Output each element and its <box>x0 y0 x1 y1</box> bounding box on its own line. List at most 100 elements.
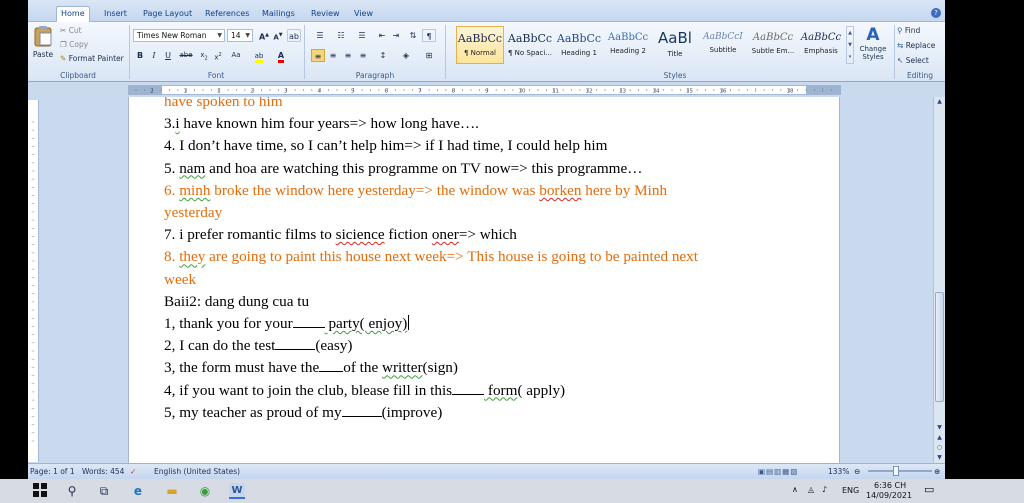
chevron-up-icon[interactable]: ∧ <box>792 485 798 494</box>
word-count[interactable]: Words: 454 <box>82 467 124 476</box>
horizontal-ruler[interactable]: 2 1 1 2 3 4 5 6 7 8 9 10 11 12 13 14 15 16 18 <box>28 83 945 97</box>
styles-scroll[interactable]: ▲ ▼ ▾ <box>846 26 854 64</box>
style-name: Subtle Em... <box>751 47 795 55</box>
tab-review[interactable]: Review <box>307 7 344 22</box>
file-explorer-icon[interactable]: ▬ <box>164 483 180 499</box>
scroll-down-icon[interactable]: ▼ <box>935 423 944 432</box>
proofing-icon[interactable]: ✓ <box>130 467 136 476</box>
zoom-in-icon[interactable]: ⊕ <box>934 467 940 476</box>
line-spacing-icon[interactable]: ↕ <box>374 49 392 62</box>
cut-button[interactable]: ✂ Cut <box>60 26 82 35</box>
zoom-slider-knob[interactable] <box>893 466 899 476</box>
grow-font-icon[interactable]: A▲ <box>257 29 271 42</box>
find-button[interactable]: ⚲ Find <box>897 26 920 35</box>
align-left-icon[interactable]: ≡ <box>311 49 325 62</box>
numbering-icon[interactable]: ☷ <box>332 29 350 42</box>
font-color-icon[interactable]: A <box>272 49 290 63</box>
pilcrow-icon[interactable]: ¶ <box>422 29 436 42</box>
font-name-combo[interactable]: Times New Roman ▼ <box>133 29 225 42</box>
highlight-icon[interactable]: ab <box>250 49 268 63</box>
language-indicator[interactable]: ENG <box>842 486 859 495</box>
tab-view[interactable]: View <box>350 7 377 22</box>
style-heading-2[interactable]: AaBbCc Heading 2 <box>604 26 652 64</box>
sort-icon[interactable]: ⇅ <box>406 29 420 42</box>
word-taskbar-icon[interactable]: W <box>229 483 245 499</box>
tab-references[interactable]: References <box>201 7 253 22</box>
subscript-icon[interactable]: x2 <box>197 49 211 62</box>
justify-icon[interactable]: ≡ <box>356 49 370 62</box>
page-count[interactable]: Page: 1 of 1 <box>30 467 75 476</box>
shading-icon[interactable]: ◈ <box>397 49 415 62</box>
previous-page-icon[interactable]: ▲ <box>935 433 944 442</box>
vertical-ruler[interactable] <box>28 100 39 462</box>
ruler-number: 12 <box>586 89 593 95</box>
underline-icon[interactable]: U <box>161 49 175 62</box>
format-painter-button[interactable]: ✎ Format Painter <box>60 54 124 63</box>
document-page[interactable]: have spoken to him 3.i have known him fo… <box>128 97 840 463</box>
clock-date[interactable]: 14/09/2021 <box>866 491 912 500</box>
doc-line: 7. i prefer romantic films to sicience f… <box>164 226 517 244</box>
next-page-icon[interactable]: ▼ <box>935 453 944 462</box>
network-icon[interactable]: ◬ <box>808 485 814 494</box>
style-subtitle[interactable]: AaBbCcI Subtitle <box>699 26 747 64</box>
bullets-icon[interactable]: ☰ <box>311 29 329 42</box>
chevron-down-icon: ▼ <box>217 32 222 39</box>
volume-icon[interactable]: ♪ <box>822 485 827 494</box>
document-body[interactable]: have spoken to him 3.i have known him fo… <box>164 97 804 424</box>
change-case-icon[interactable]: Aa <box>227 49 245 62</box>
style-subtle-emphasis[interactable]: AaBbCc Subtle Em... <box>749 26 797 64</box>
view-buttons[interactable]: ▣▤▥▦▧ <box>758 467 798 476</box>
windows-start-icon[interactable] <box>32 483 48 499</box>
tab-page-layout[interactable]: Page Layout <box>139 7 196 22</box>
paste-button[interactable]: Paste <box>31 25 55 65</box>
borders-icon[interactable]: ⊞ <box>420 49 438 62</box>
app-icon[interactable]: ◉ <box>197 483 213 499</box>
copy-button[interactable]: ❐ Copy <box>60 40 88 49</box>
ruler-number: 15 <box>686 89 693 95</box>
style-no-spacing[interactable]: AaBbCc ¶ No Spaci... <box>506 26 554 64</box>
doc-line: 4. I don’t have time, so I can’t help hi… <box>164 137 608 155</box>
strikethrough-icon[interactable]: abe <box>177 49 195 62</box>
style-title[interactable]: AaBl Title <box>653 26 697 64</box>
zoom-level[interactable]: 133% <box>828 467 849 476</box>
style-heading-1[interactable]: AaBbCc Heading 1 <box>555 26 603 64</box>
zoom-out-icon[interactable]: ⊖ <box>854 467 860 476</box>
notifications-icon[interactable]: ▭ <box>924 483 934 496</box>
superscript-icon[interactable]: x2 <box>211 49 225 62</box>
italic-icon[interactable]: I <box>147 49 161 62</box>
language-indicator[interactable]: English (United States) <box>154 467 240 476</box>
scroll-up-icon[interactable]: ▲ <box>935 97 944 106</box>
tab-insert[interactable]: Insert <box>100 7 131 22</box>
multilevel-list-icon[interactable]: ☰ <box>353 29 371 42</box>
zoom-slider[interactable] <box>868 470 932 472</box>
change-styles-button[interactable]: A Change Styles <box>857 25 889 69</box>
search-icon[interactable]: ⚲ <box>64 483 80 499</box>
taskbar: ⚲ ⧉ e ▬ ◉ W ∧ ◬ ♪ ENG 6:36 CH 14/09/2021… <box>0 479 1024 503</box>
edge-browser-icon[interactable]: e <box>130 483 146 499</box>
replace-button[interactable]: ⇆ Replace <box>897 41 935 50</box>
style-emphasis[interactable]: AaBbCc Emphasis <box>798 26 844 64</box>
bold-icon[interactable]: B <box>133 49 147 62</box>
ruler-number: 7 <box>418 89 422 95</box>
doc-line: Baii2: dang dung cua tu <box>164 292 310 310</box>
clear-format-icon[interactable]: ab <box>287 29 301 42</box>
scrollbar-thumb[interactable] <box>935 292 944 402</box>
vertical-scrollbar[interactable]: ▲ ▼ ▲ ○ ▼ <box>933 97 945 463</box>
task-view-icon[interactable]: ⧉ <box>96 483 112 499</box>
help-icon[interactable]: ? <box>931 8 941 18</box>
font-size-combo[interactable]: 14 ▼ <box>227 29 253 42</box>
clock-time[interactable]: 6:36 CH <box>874 481 906 490</box>
ruler-number: 10 <box>519 89 526 95</box>
decrease-indent-icon[interactable]: ⇤ <box>375 29 389 42</box>
shrink-font-icon[interactable]: A▼ <box>271 29 285 42</box>
align-right-icon[interactable]: ≡ <box>341 49 355 62</box>
select-browse-object-icon[interactable]: ○ <box>935 443 944 452</box>
align-center-icon[interactable]: ≡ <box>326 49 340 62</box>
style-normal[interactable]: AaBbCc ¶ Normal <box>456 26 504 64</box>
change-styles-label: Change Styles <box>859 45 887 61</box>
tab-home[interactable]: Home <box>56 6 90 23</box>
tab-mailings[interactable]: Mailings <box>258 7 299 22</box>
increase-indent-icon[interactable]: ⇥ <box>389 29 403 42</box>
ruler-number: 18 <box>787 89 794 95</box>
select-button[interactable]: ↖ Select <box>897 56 929 65</box>
